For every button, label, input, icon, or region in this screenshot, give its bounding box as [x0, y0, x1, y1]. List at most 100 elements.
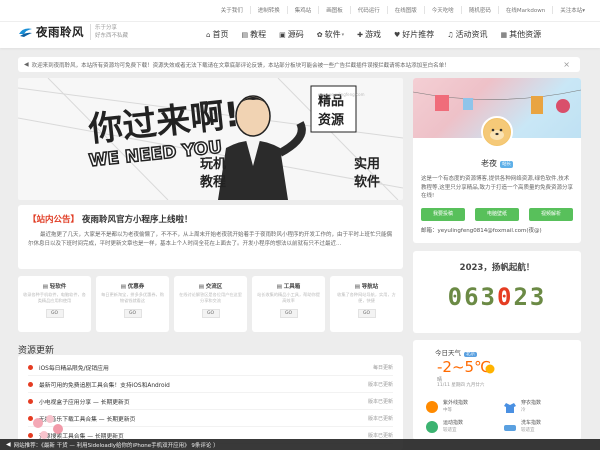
nav-item-label: 软件	[324, 30, 341, 39]
category-go-button[interactable]: GO	[357, 309, 376, 318]
category-card-navigation: ▤ 导航站 收集了各种网站导航，实用，方便，快捷 GO	[330, 276, 403, 332]
top-link-collect[interactable]: 集鸡站	[286, 6, 319, 14]
category-desc: 收录各种手机软件，电脑软件，各类精品应用和使用	[23, 292, 86, 303]
announcement-heading: 夜雨聆风官方小程序上线啦！	[81, 215, 193, 225]
category-title: ▤ 交流区	[198, 284, 223, 290]
banner-watermark: www.yeyulingfeng.com	[318, 92, 365, 97]
bottom-ticker[interactable]: ◀ 网站推荐：《最新 干货 — 利用Sideloadly给你的iPhone手机双…	[0, 439, 600, 450]
resource-updates: 资源更新 iOS每日精品限免/促销应用 每日更新 最新可用的免费追剧工具合集！支持…	[18, 339, 403, 450]
resource-list: iOS每日精品限免/促销应用 每日更新 最新可用的免费追剧工具合集！支持iOS和A…	[18, 355, 403, 450]
category-go-button[interactable]: GO	[45, 309, 64, 318]
weather-date: 11/11 星期四 九月廿六	[437, 383, 485, 388]
nav-item-software[interactable]: ✿ 软件 ▾	[317, 29, 344, 40]
main-nav: ⌂ 首页 ▤ 教程 ▣ 源码 ✿ 软件 ▾ ✚ 游戏 ♥ 好片推荐 ♫ 活动资讯 ▦ 其他资源	[206, 29, 554, 40]
video-parse-button[interactable]: 视频解析	[529, 208, 573, 221]
top-link-code-runner[interactable]: 代码运行	[349, 6, 387, 14]
site-logo[interactable]: 夜雨聆风	[18, 24, 84, 40]
index-label: 洗车指数	[521, 420, 542, 426]
avatar[interactable]	[481, 116, 513, 148]
top-link-drawing-board[interactable]: 画图板	[318, 6, 350, 14]
list-item[interactable]: iOS每日精品限免/促销应用 每日更新	[28, 359, 393, 376]
banner-label-right3: 实用	[354, 156, 380, 172]
ticker-text: 网站推荐：《最新 干货 — 利用Sideloadly给你的iPhone手机双开应…	[13, 442, 219, 449]
wallpaper-button[interactable]: 电脑壁纸	[475, 208, 519, 221]
nav-item-other[interactable]: ▦ 其他资源	[501, 29, 542, 40]
nav-item-label: 游戏	[364, 30, 381, 39]
index-value: 较适宜	[521, 428, 535, 433]
weather-index-carwash: 洗车指数 较适宜	[503, 418, 563, 436]
weather-title: 今日天气	[435, 349, 461, 357]
category-go-button[interactable]: GO	[201, 309, 220, 318]
list-item[interactable]: 无损音乐下载工具合集 — 长期更新页 版本已更新	[28, 410, 393, 427]
top-link-base-converter[interactable]: 进制转换	[249, 6, 287, 14]
profile-desc: 这是一个有态度的资源博客,提供各种网络资源,绿色软件,技术教程等,这里只分享精品…	[421, 176, 573, 199]
category-title: ▤ 优惠券	[120, 284, 145, 290]
category-title: ▤ 轻软件	[42, 284, 67, 290]
nav-item-movies[interactable]: ♥ 好片推荐	[394, 29, 434, 40]
category-title: ▤ 工具箱	[276, 284, 301, 290]
logo-slogan-line1: 乐于分享	[95, 25, 118, 31]
bullet-icon	[28, 381, 33, 387]
bullet-icon	[28, 398, 33, 404]
sport-icon	[426, 421, 438, 433]
hero-banner[interactable]: 你过来啊! WE NEED YOU 精品 资源 玩机 教程 实用 软件 www.…	[18, 78, 403, 200]
nav-item-tutorials[interactable]: ▤ 教程	[241, 29, 266, 40]
home-icon: ⌂	[206, 30, 211, 39]
nav-item-source-code[interactable]: ▣ 源码	[279, 29, 304, 40]
submit-post-button[interactable]: 我要投稿	[421, 208, 465, 221]
category-go-button[interactable]: GO	[123, 309, 142, 318]
site-header: 夜雨聆风 乐于分享 好东西不私藏 ⌂ 首页 ▤ 教程 ▣ 源码 ✿ 软件 ▾ ✚ 游戏 ♥ 好…	[0, 22, 600, 48]
announcement-body: 最近拖更了几天，大家是不是都以为老夜偷懒了，不不不，从上周末开始老夜就开始着手于…	[28, 232, 393, 247]
resource-title: iOS每日精品限免/促销应用	[39, 365, 109, 372]
top-link-online-image[interactable]: 在线图版	[386, 6, 424, 14]
resource-category: 每日更新	[372, 364, 393, 371]
category-cards: ▤ 轻软件 收录各种手机软件，电脑软件，各类精品应用和使用 GO ▤ 优惠券 每…	[18, 276, 403, 332]
banner-label-right4: 软件	[354, 174, 380, 190]
book-icon: ▤	[241, 30, 249, 39]
nav-item-games[interactable]: ✚ 游戏	[357, 29, 381, 40]
nav-item-label: 好片推荐	[402, 30, 435, 39]
top-link-markdown[interactable]: 在线Markdown	[497, 6, 552, 14]
top-bar: 关于我们 进制转换 集鸡站 画图板 代码运行 在线图版 今天吃啥 随机密码 在线…	[0, 0, 600, 22]
top-link-random-password[interactable]: 随机密码	[460, 6, 498, 14]
index-label: 运动指数	[443, 420, 464, 426]
nav-item-home[interactable]: ⌂ 首页	[206, 29, 228, 40]
grid-icon: ▦	[500, 30, 508, 39]
bullet-icon	[28, 364, 33, 370]
profile-buttons: 我要投稿 电脑壁纸 视频解析	[421, 208, 573, 221]
announcement-title: 【站内公告】 夜雨聆风官方小程序上线啦！	[28, 213, 393, 225]
category-desc: 每日更新淘宝，拼多多优惠券，购物省钱就看这	[101, 292, 164, 303]
notice-text: 欢迎来到夜雨聆风，本站所有资源均可免费下载！资源失效或者无法下载请在文章底部评论…	[31, 62, 450, 69]
counter-digits-b: 0	[497, 283, 514, 311]
admin-badge: 站长	[500, 161, 513, 168]
chevron-down-icon: ▾	[341, 31, 345, 38]
top-link-about[interactable]: 关于我们	[214, 6, 250, 14]
index-value: 冷	[521, 408, 526, 413]
clothing-icon	[504, 403, 516, 413]
resource-title: 无损音乐下载工具合集 — 长期更新页	[39, 416, 136, 423]
counter-digits-a: 063	[447, 283, 497, 311]
nav-item-label: 首页	[212, 30, 229, 39]
nav-item-events[interactable]: ♫ 活动资讯	[447, 29, 487, 40]
announcement-card[interactable]: 【站内公告】 夜雨聆风官方小程序上线啦！ 最近拖更了几天，大家是不是都以为老夜偷…	[18, 205, 403, 269]
profile-email[interactable]: 邮箱：yeyulingfeng0814@foxmail.com(夜@)	[421, 226, 542, 234]
category-card-coupons: ▤ 优惠券 每日更新淘宝，拼多多优惠券，购物省钱就看这 GO	[96, 276, 169, 332]
weather-location[interactable]: 北京	[464, 352, 477, 357]
chat-icon: ♫	[447, 30, 454, 39]
weather-heading: 今日天气 北京	[435, 347, 477, 357]
category-go-button[interactable]: GO	[279, 309, 298, 318]
banner-label-right2: 资源	[318, 112, 344, 128]
nav-item-label: 活动资讯	[455, 30, 488, 39]
top-link-what-to-eat[interactable]: 今天吃啥	[423, 6, 461, 14]
counter-number: 063023	[413, 283, 581, 311]
close-icon[interactable]: ×	[563, 60, 570, 69]
list-item[interactable]: 小电视盒子应用分享 — 长期更新页 版本已更新	[28, 393, 393, 410]
top-link-follow[interactable]: 关注本站▾	[552, 6, 592, 14]
counter-title: 2023，扬帆起航！	[459, 263, 535, 273]
doge-avatar-icon	[484, 119, 510, 145]
logo-slogan-line2: 好东西不私藏	[95, 33, 129, 39]
year-counter-card: 2023，扬帆起航！ 063023	[413, 251, 581, 333]
top-links: 关于我们 进制转换 集鸡站 画图板 代码运行 在线图版 今天吃啥 随机密码 在线…	[214, 6, 592, 14]
logo-slogan: 乐于分享 好东西不私藏	[90, 24, 140, 40]
list-item[interactable]: 最新可用的免费追剧工具合集！支持iOS和Android 版本已更新	[28, 376, 393, 393]
